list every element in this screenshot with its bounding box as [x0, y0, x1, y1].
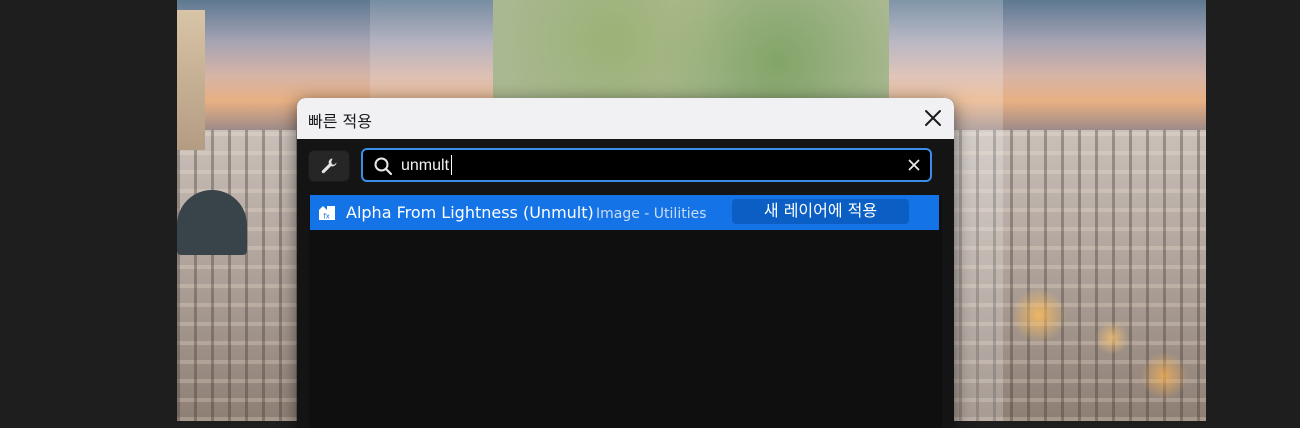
apply-to-new-layer-button[interactable]: 새 레이어에 적용 [732, 199, 909, 224]
dome-building [177, 190, 247, 255]
clear-x-icon [908, 159, 920, 171]
dialog-body: fx Alpha From Lightness (Unmult) Image -… [297, 139, 954, 428]
wrench-icon [321, 158, 337, 174]
tool-settings-button[interactable] [308, 150, 350, 182]
search-input[interactable] [401, 155, 891, 177]
search-icon [374, 157, 393, 176]
tower-building [177, 10, 205, 150]
night-lights [997, 270, 1206, 421]
results-list: fx Alpha From Lightness (Unmult) Image -… [309, 195, 942, 428]
effect-preset-icon: fx [319, 206, 335, 221]
result-name: Alpha From Lightness (Unmult) [346, 203, 594, 222]
text-caret [451, 155, 452, 175]
clear-search-button[interactable] [906, 157, 922, 173]
search-box[interactable] [361, 148, 932, 182]
quick-apply-dialog: 빠른 적용 unmult fx Alpha From Lightness (Un… [297, 98, 954, 428]
close-button[interactable] [920, 105, 946, 131]
result-category: Image - Utilities [596, 206, 707, 222]
close-icon [925, 110, 941, 126]
foliage-overlay [493, 0, 889, 100]
dialog-titlebar: 빠른 적용 [297, 98, 954, 139]
dialog-title: 빠른 적용 [308, 112, 372, 131]
svg-text:fx: fx [323, 213, 330, 221]
result-item[interactable]: fx Alpha From Lightness (Unmult) Image -… [310, 195, 939, 230]
